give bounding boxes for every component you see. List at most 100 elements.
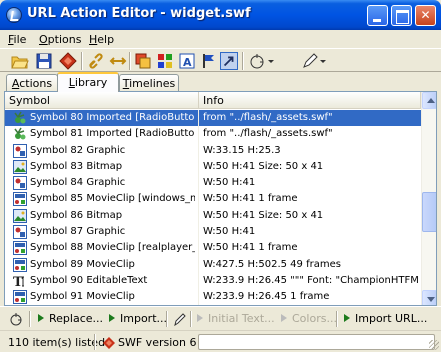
action-separator — [29, 311, 31, 327]
table-body: Symbol 80 Imported [RadioButton] from "..… — [5, 110, 421, 305]
column-divider — [198, 224, 199, 241]
table-row[interactable]: Symbol 85 MovieClip [windows_m... W:50 H:… — [5, 191, 421, 208]
table-row[interactable]: T Symbol 90 EditableText W:233.9 H:26.45 "… — [5, 272, 421, 290]
toolbar: A — [0, 48, 441, 72]
table-row[interactable]: Symbol 86 Bitmap W:50 H:41 Size: 50 x 41 — [5, 207, 421, 225]
movieclip-icon — [13, 257, 27, 272]
window-title: URL Action Editor - widget.swf — [27, 6, 251, 21]
row-symbol: Symbol 85 MovieClip [windows_m... — [30, 193, 195, 205]
import-url-button[interactable]: Import URL... — [344, 312, 427, 325]
row-symbol: Symbol 90 EditableText — [30, 274, 148, 286]
tab-library[interactable]: Library — [57, 72, 119, 92]
column-divider — [198, 175, 199, 192]
vertical-scrollbar[interactable] — [421, 92, 436, 305]
action-separator — [336, 311, 338, 327]
tab-actions[interactable]: Actions — [6, 74, 58, 91]
replace-button[interactable]: Replace... — [38, 312, 103, 325]
tab-timelines[interactable]: Timelines — [119, 74, 179, 91]
row-symbol: Symbol 91 MovieClip — [30, 291, 135, 303]
layers-icon[interactable] — [134, 52, 152, 70]
row-info: W:50 H:41 — [203, 177, 256, 189]
svg-text:A: A — [183, 56, 192, 69]
graphic-icon — [13, 143, 27, 158]
resize-grip[interactable] — [429, 340, 439, 350]
row-info: from "../flash/_assets.swf" — [203, 128, 333, 140]
edittext-icon: T — [13, 274, 27, 290]
maximize-button[interactable] — [391, 5, 412, 26]
row-info: from "../flash/_assets.swf" — [203, 112, 333, 123]
target-icon[interactable] — [8, 311, 26, 327]
save-disk-icon[interactable] — [35, 52, 53, 70]
title-bar[interactable]: URL Action Editor - widget.swf ✕ — [0, 0, 441, 30]
graphic-icon — [13, 225, 27, 240]
column-divider — [198, 289, 199, 305]
scroll-down-button[interactable] — [422, 290, 436, 305]
close-button[interactable]: ✕ — [415, 5, 436, 26]
table-row[interactable]: Symbol 91 MovieClip W:233.9 H:26.45 1 fra… — [5, 289, 421, 305]
open-folder-icon[interactable] — [11, 52, 29, 70]
table-row[interactable]: Symbol 81 Imported [RadioButton] from "..… — [5, 126, 421, 143]
action-separator — [190, 311, 192, 327]
toolbar-separator — [129, 52, 131, 70]
row-symbol: Symbol 84 Graphic — [30, 177, 126, 189]
column-divider — [198, 240, 199, 257]
pen-dropdown-icon[interactable] — [301, 52, 327, 70]
movieclip-icon — [13, 192, 27, 207]
pen-icon[interactable] — [173, 311, 187, 327]
column-header-symbol[interactable]: Symbol — [5, 92, 199, 109]
scroll-up-button[interactable] — [422, 92, 436, 109]
target-dropdown-icon[interactable] — [249, 52, 275, 70]
row-info: W:233.9 H:26.45 1 frame — [203, 291, 330, 303]
column-header-info[interactable]: Info — [199, 92, 421, 109]
row-info: W:50 H:41 1 frame — [203, 193, 298, 205]
minimize-button[interactable] — [367, 5, 388, 26]
bitmap-icon — [13, 208, 27, 223]
table-row[interactable]: Symbol 82 Graphic W:33.15 H:25.3 — [5, 142, 421, 159]
column-divider — [198, 207, 199, 225]
play-icon — [109, 314, 115, 322]
flag-icon[interactable] — [200, 52, 218, 70]
row-info: W:50 H:41 1 frame — [203, 242, 298, 254]
column-divider — [198, 191, 199, 208]
menu-options[interactable]: Options — [39, 33, 81, 46]
movieclip-icon — [13, 290, 27, 305]
table-row[interactable]: Symbol 83 Bitmap W:50 H:41 Size: 50 x 41 — [5, 158, 421, 176]
scroll-thumb[interactable] — [422, 192, 436, 232]
swap-arrows-icon[interactable] — [109, 52, 127, 70]
stop-diamond-icon[interactable] — [59, 52, 77, 70]
movieclip-icon — [13, 241, 27, 256]
column-divider — [198, 110, 199, 127]
menu-file[interactable]: File — [8, 33, 26, 46]
action-separator — [166, 311, 168, 327]
grid-icon[interactable] — [156, 52, 174, 70]
status-panel — [198, 334, 435, 350]
row-symbol: Symbol 80 Imported [RadioButton] — [30, 112, 195, 123]
table-row[interactable]: Symbol 89 MovieClip W:427.5 H:502.5 49 fr… — [5, 256, 421, 273]
svg-text:T: T — [13, 275, 23, 288]
graphic-icon — [13, 176, 27, 191]
tab-strip: Actions Library Timelines — [0, 72, 441, 92]
row-symbol: Symbol 83 Bitmap — [30, 160, 123, 172]
table-row[interactable]: Symbol 80 Imported [RadioButton] from "..… — [5, 110, 421, 127]
cursor-arrow-icon[interactable] — [220, 52, 238, 70]
table-row[interactable]: Symbol 87 Graphic W:50 H:41 — [5, 224, 421, 241]
menu-help[interactable]: Help — [89, 33, 114, 46]
column-divider — [198, 126, 199, 143]
table-header: Symbol Info — [5, 92, 421, 109]
menu-bar: File Options Help — [0, 30, 441, 48]
toolbar-separator — [242, 52, 244, 70]
row-info: W:50 H:41 — [203, 226, 256, 238]
column-divider — [198, 158, 199, 176]
text-icon[interactable]: A — [178, 52, 196, 70]
table-row[interactable]: Symbol 84 Graphic W:50 H:41 — [5, 175, 421, 192]
colors-button[interactable]: Colors... — [281, 312, 337, 325]
library-list: Symbol Info Symbol 80 Imported [RadioBut… — [4, 91, 437, 306]
link-icon[interactable] — [87, 52, 105, 70]
import-button[interactable]: Import... — [109, 312, 167, 325]
play-icon — [197, 314, 203, 322]
action-bar: Replace... Import... Initial Text... Col… — [0, 306, 441, 330]
row-info: W:50 H:41 Size: 50 x 41 — [203, 209, 324, 221]
table-row[interactable]: Symbol 88 MovieClip [realplayer_b... W:50… — [5, 240, 421, 257]
initial-text-button[interactable]: Initial Text... — [197, 312, 275, 325]
row-info: W:50 H:41 Size: 50 x 41 — [203, 160, 324, 172]
